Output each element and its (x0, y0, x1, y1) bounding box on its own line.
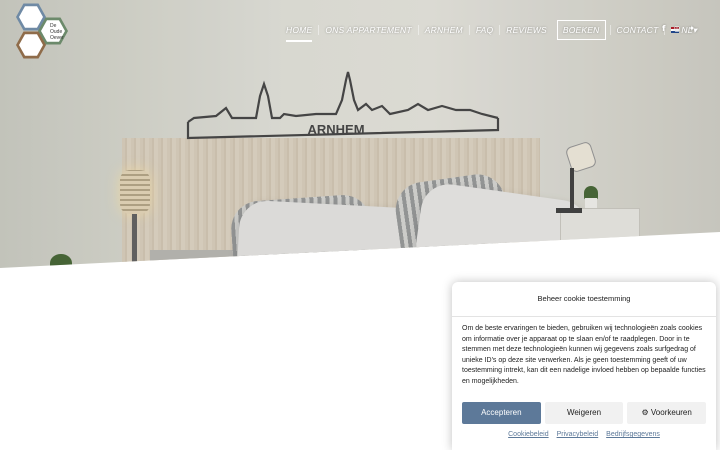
nightstand-left (100, 272, 150, 292)
nav-item-faq[interactable]: FAQ (470, 25, 501, 35)
nav-item-boeken[interactable]: Boeken (556, 20, 606, 40)
nav-item-home[interactable]: Home (280, 25, 320, 42)
cookie-title: Beheer cookie toestemming (537, 294, 631, 303)
privacy-policy-link[interactable]: Privacybeleid (557, 431, 599, 438)
pillow (412, 180, 592, 268)
cookie-consent-dialog: Beheer cookie toestemming Om de beste er… (452, 282, 716, 450)
pillow (235, 199, 453, 268)
lamp-left-stand (132, 214, 137, 268)
headboard (122, 138, 540, 268)
hero-image: ARNHEM (0, 0, 720, 292)
arnhem-skyline-wall-art: ARNHEM (186, 71, 500, 140)
cookie-links: Cookiebeleid Privacybeleid Bedrijfsgegev… (452, 431, 716, 438)
plant (50, 254, 72, 268)
company-details-link[interactable]: Bedrijfsgegevens (606, 431, 660, 438)
social-links: f ◎ ✦ (662, 24, 695, 33)
facebook-icon[interactable]: f (662, 24, 665, 33)
nav-item-arnhem[interactable]: Arnhem (419, 25, 470, 35)
plant (584, 186, 598, 200)
main-nav: Home Ons appartement Arnhem FAQ Reviews … (280, 20, 703, 42)
logo[interactable]: De Oude Oever (14, 2, 76, 62)
nav-item-ons-appartement[interactable]: Ons appartement (319, 25, 419, 35)
pillow (392, 170, 514, 268)
nav-item-reviews[interactable]: Reviews (500, 25, 553, 35)
cookie-policy-link[interactable]: Cookiebeleid (508, 431, 548, 438)
accept-button[interactable]: Accepteren (462, 402, 541, 424)
deny-button[interactable]: Weigeren (544, 402, 624, 424)
lamp-right (564, 140, 598, 174)
pillow (229, 193, 375, 268)
nightstand-right (560, 208, 640, 258)
cookie-body-text: Om de beste ervaringen te bieden, gebrui… (462, 325, 706, 385)
plant-pot (585, 198, 597, 208)
instagram-icon[interactable]: ◎ (673, 24, 680, 33)
lamp-left (120, 170, 150, 214)
logo-text: De Oude Oever (50, 23, 64, 41)
lamp-left-foot (114, 270, 154, 276)
twitter-icon[interactable]: ✦ (688, 24, 695, 33)
page: ARNHEM De Oude Oever Home Ons appartemen… (0, 0, 720, 450)
lamp-right-stand (570, 168, 574, 210)
wall-art-text: ARNHEM (307, 122, 364, 137)
logo-text-line: Oever (50, 35, 64, 41)
lamp-right-foot (556, 208, 582, 213)
cookie-buttons: Accepteren Weigeren ⚙ Voorkeuren (462, 402, 707, 424)
preferences-button[interactable]: ⚙ Voorkeuren (627, 402, 707, 424)
nav-item-contact[interactable]: Contact (609, 25, 666, 35)
divider (452, 316, 716, 317)
